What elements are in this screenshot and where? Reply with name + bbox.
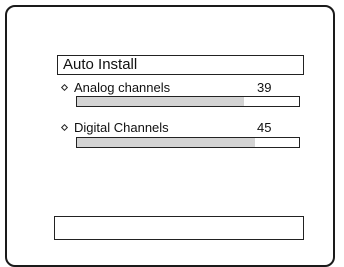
analog-channels-label: Analog channels xyxy=(74,80,171,95)
channel-row-analog: Analog channels 39 xyxy=(60,80,301,97)
digital-channels-label: Digital Channels xyxy=(74,120,169,135)
message-box xyxy=(54,216,304,240)
digital-channels-count: 45 xyxy=(257,120,272,135)
page-title: Auto Install xyxy=(63,56,138,73)
auto-install-title-bar: Auto Install xyxy=(57,55,304,75)
diamond-bullet-icon xyxy=(60,83,69,92)
digital-progress-bar xyxy=(76,137,300,148)
analog-progress-fill xyxy=(77,97,244,106)
channel-row-digital: Digital Channels 45 xyxy=(60,120,301,137)
analog-progress-bar xyxy=(76,96,300,107)
digital-progress-fill xyxy=(77,138,255,147)
analog-channels-count: 39 xyxy=(257,80,272,95)
diamond-bullet-icon xyxy=(60,123,69,132)
